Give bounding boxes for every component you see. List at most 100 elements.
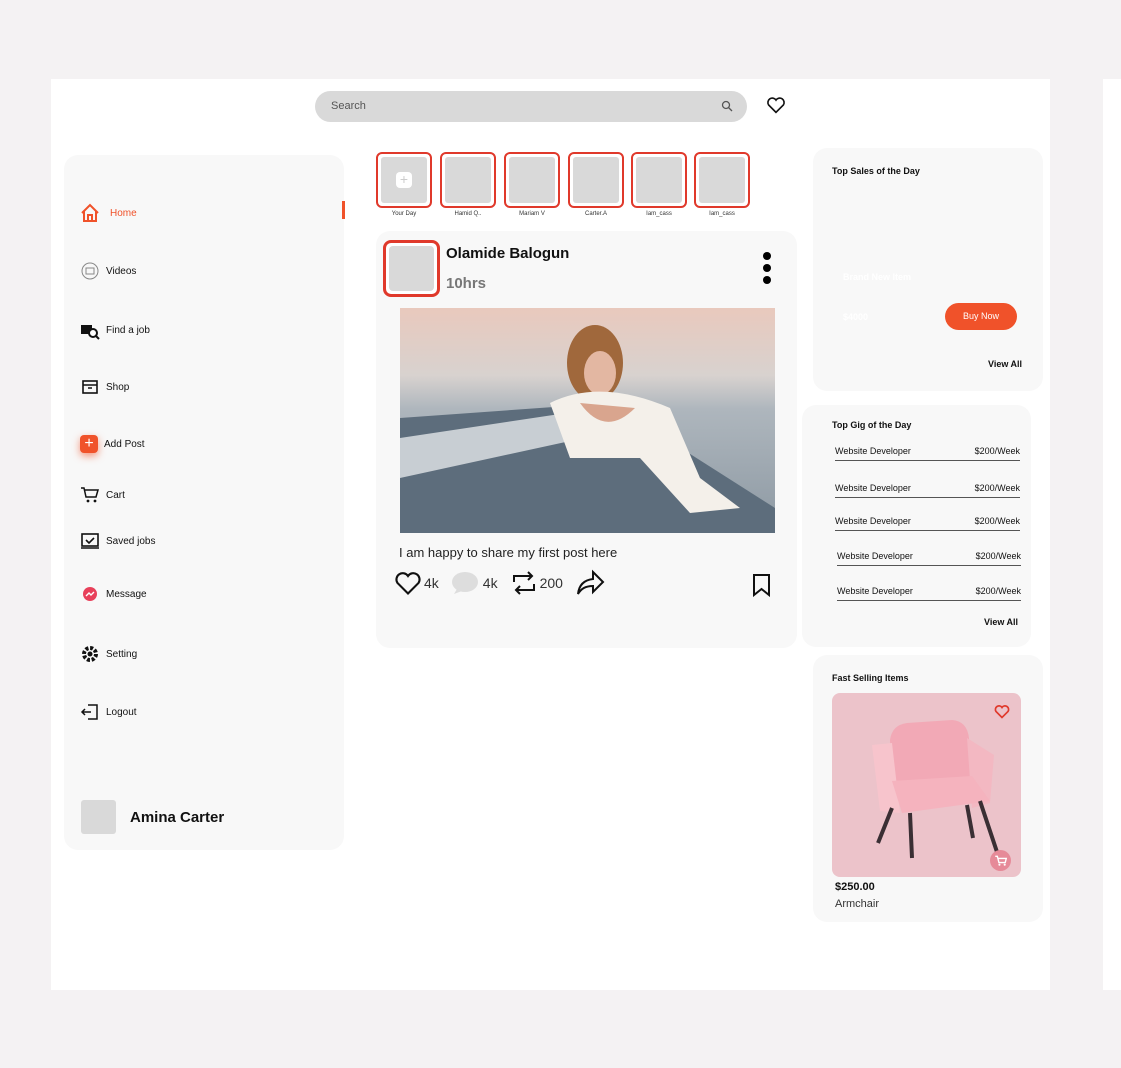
- repost-button[interactable]: 200: [510, 570, 563, 596]
- share-button[interactable]: [575, 569, 605, 597]
- gig-row[interactable]: Website Developer $200/Week: [837, 551, 1021, 566]
- repost-icon: [512, 571, 535, 595]
- bookmark-icon[interactable]: [752, 573, 771, 597]
- sidebar-item-label: Find a job: [106, 324, 150, 336]
- search-icon[interactable]: [721, 100, 733, 112]
- story[interactable]: Iam_cass: [631, 152, 687, 217]
- story[interactable]: Mariam V: [504, 152, 560, 217]
- gig-rate: $200/Week: [974, 446, 1020, 456]
- share-icon: [576, 569, 605, 595]
- sidebar-item-label: Saved jobs: [106, 535, 156, 547]
- sidebar-item-label: Setting: [106, 648, 138, 660]
- gig-row[interactable]: Website Developer $200/Week: [837, 586, 1021, 601]
- story-label: Your Day: [391, 211, 417, 217]
- comment-button[interactable]: 4k: [451, 571, 498, 595]
- active-indicator: [342, 201, 345, 219]
- gear-icon: [82, 646, 98, 662]
- sidebar-item-setting[interactable]: Setting: [80, 644, 137, 664]
- favorite-icon[interactable]: [994, 704, 1010, 719]
- view-all-gigs-link[interactable]: View All: [984, 617, 1018, 627]
- buy-now-button[interactable]: Buy Now: [945, 303, 1017, 330]
- cart-icon: [995, 855, 1008, 866]
- sidebar-item-label: Videos: [106, 265, 137, 277]
- next-frame-edge: [1103, 79, 1121, 990]
- gig-rate: $200/Week: [974, 516, 1020, 526]
- search-input[interactable]: Search: [315, 91, 747, 122]
- gig-role: Website Developer: [835, 516, 911, 526]
- comment-icon: [451, 572, 478, 594]
- sidebar-item-add-post[interactable]: + Add Post: [80, 435, 145, 453]
- story-label: Hamid Q..: [454, 211, 482, 217]
- sidebar-item-saved-jobs[interactable]: Saved jobs: [80, 531, 155, 551]
- gig-rate: $200/Week: [975, 551, 1021, 561]
- sidebar-item-home[interactable]: Home: [80, 203, 137, 223]
- avatar: [81, 800, 116, 834]
- post-author-avatar[interactable]: [383, 240, 440, 297]
- story[interactable]: Carter.A: [568, 152, 624, 217]
- product-price: $250.00: [835, 881, 875, 893]
- sidebar-item-label: Logout: [106, 706, 137, 718]
- sidebar-item-shop[interactable]: Shop: [80, 377, 129, 397]
- post-author-name[interactable]: Olamide Balogun: [446, 245, 569, 262]
- heart-icon: [395, 572, 421, 595]
- gig-row[interactable]: Website Developer $200/Week: [835, 446, 1020, 461]
- top-sales-card: [813, 148, 1043, 391]
- story-label: Iam_cass: [646, 211, 672, 217]
- sidebar-item-label: Home: [110, 207, 137, 219]
- repost-count: 200: [539, 575, 563, 591]
- user-profile[interactable]: Amina Carter: [81, 800, 224, 834]
- view-all-sales-link[interactable]: View All: [988, 359, 1022, 369]
- sale-item-price: $4000: [843, 312, 869, 322]
- product-image[interactable]: [832, 693, 1021, 877]
- story[interactable]: Hamid Q..: [440, 152, 496, 217]
- comment-count: 4k: [482, 575, 498, 591]
- sidebar-item-label: Shop: [106, 381, 130, 393]
- video-icon: [81, 262, 99, 280]
- heart-icon[interactable]: [766, 96, 786, 114]
- top-sales-title: Top Sales of the Day: [832, 166, 920, 176]
- post-actions: 4k 4k 200: [394, 569, 617, 597]
- sidebar-item-videos[interactable]: Videos: [80, 261, 136, 281]
- saved-jobs-icon: [81, 533, 99, 549]
- like-button[interactable]: 4k: [394, 570, 439, 596]
- post-time: 10hrs: [446, 275, 487, 292]
- gig-role: Website Developer: [835, 483, 911, 493]
- cart-icon: [81, 487, 99, 503]
- add-story-icon: +: [396, 172, 412, 188]
- sidebar-item-message[interactable]: Message: [80, 584, 147, 604]
- story-your-day[interactable]: + Your Day: [376, 152, 432, 217]
- messenger-icon: [83, 587, 97, 601]
- gig-role: Website Developer: [837, 586, 913, 596]
- sidebar-item-find-a-job[interactable]: Find a job: [80, 320, 150, 340]
- like-count: 4k: [424, 575, 439, 591]
- logout-icon: [80, 704, 98, 720]
- more-options-icon[interactable]: [762, 252, 772, 284]
- sidebar: Home Videos Find a job Shop + Add Post Ca…: [64, 155, 344, 850]
- fast-selling-title: Fast Selling Items: [832, 673, 909, 683]
- top-gig-title: Top Gig of the Day: [832, 420, 912, 430]
- gig-rate: $200/Week: [975, 586, 1021, 596]
- sidebar-item-label: Cart: [106, 489, 125, 501]
- plus-icon: +: [80, 435, 98, 453]
- sidebar-item-logout[interactable]: Logout: [80, 702, 137, 722]
- gig-role: Website Developer: [835, 446, 911, 456]
- story-label: Mariam V: [519, 211, 545, 217]
- gig-row[interactable]: Website Developer $200/Week: [835, 483, 1020, 498]
- add-to-cart-button[interactable]: [990, 850, 1011, 871]
- shop-icon: [82, 380, 98, 394]
- story-label: Iam_cass: [709, 211, 735, 217]
- post-caption: I am happy to share my first post here: [399, 545, 618, 560]
- sidebar-item-label: Message: [106, 588, 147, 600]
- story[interactable]: Iam_cass: [694, 152, 750, 217]
- sidebar-item-cart[interactable]: Cart: [80, 485, 125, 505]
- search-placeholder: Search: [331, 100, 366, 112]
- job-search-icon: [81, 325, 100, 340]
- sidebar-item-label: Add Post: [104, 438, 145, 450]
- product-name[interactable]: Armchair: [835, 898, 879, 910]
- gig-rate: $200/Week: [974, 483, 1020, 493]
- user-name: Amina Carter: [130, 808, 225, 826]
- post-image[interactable]: [400, 308, 775, 533]
- story-label: Carter.A: [584, 211, 607, 217]
- home-icon: [81, 203, 99, 222]
- gig-row[interactable]: Website Developer $200/Week: [835, 516, 1020, 531]
